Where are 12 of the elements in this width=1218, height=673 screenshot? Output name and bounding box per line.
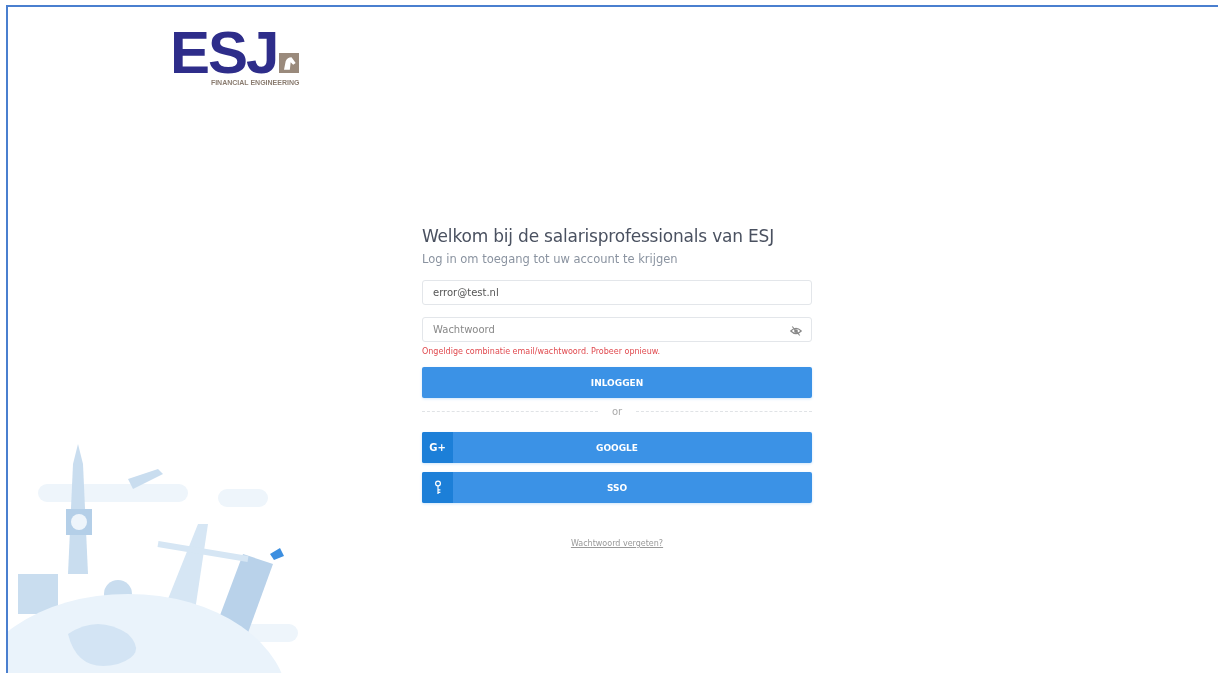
google-plus-icon: G+ bbox=[429, 442, 446, 453]
error-message: Ongeldige combinatie email/wachtwoord. Probeer opnieuw. bbox=[422, 347, 662, 356]
password-field[interactable]: Wachtwoord bbox=[422, 317, 812, 342]
login-button[interactable]: INLOGGEN bbox=[422, 367, 812, 398]
logo-wordmark: ESJ bbox=[170, 27, 278, 79]
email-field[interactable]: error@test.nl bbox=[422, 280, 812, 305]
welcome-heading: Welkom bij de salarisprofessionals van ESJ bbox=[422, 226, 775, 246]
google-login-button[interactable]: G+ GOOGLE bbox=[422, 432, 812, 463]
forgot-password-link[interactable]: Wachtwoord vergeten? bbox=[570, 539, 664, 548]
sso-login-button[interactable]: SSO bbox=[422, 472, 812, 503]
divider-label: or bbox=[611, 406, 623, 417]
login-subtitle: Log in om toegang tot uw account te krijgen bbox=[422, 252, 679, 266]
